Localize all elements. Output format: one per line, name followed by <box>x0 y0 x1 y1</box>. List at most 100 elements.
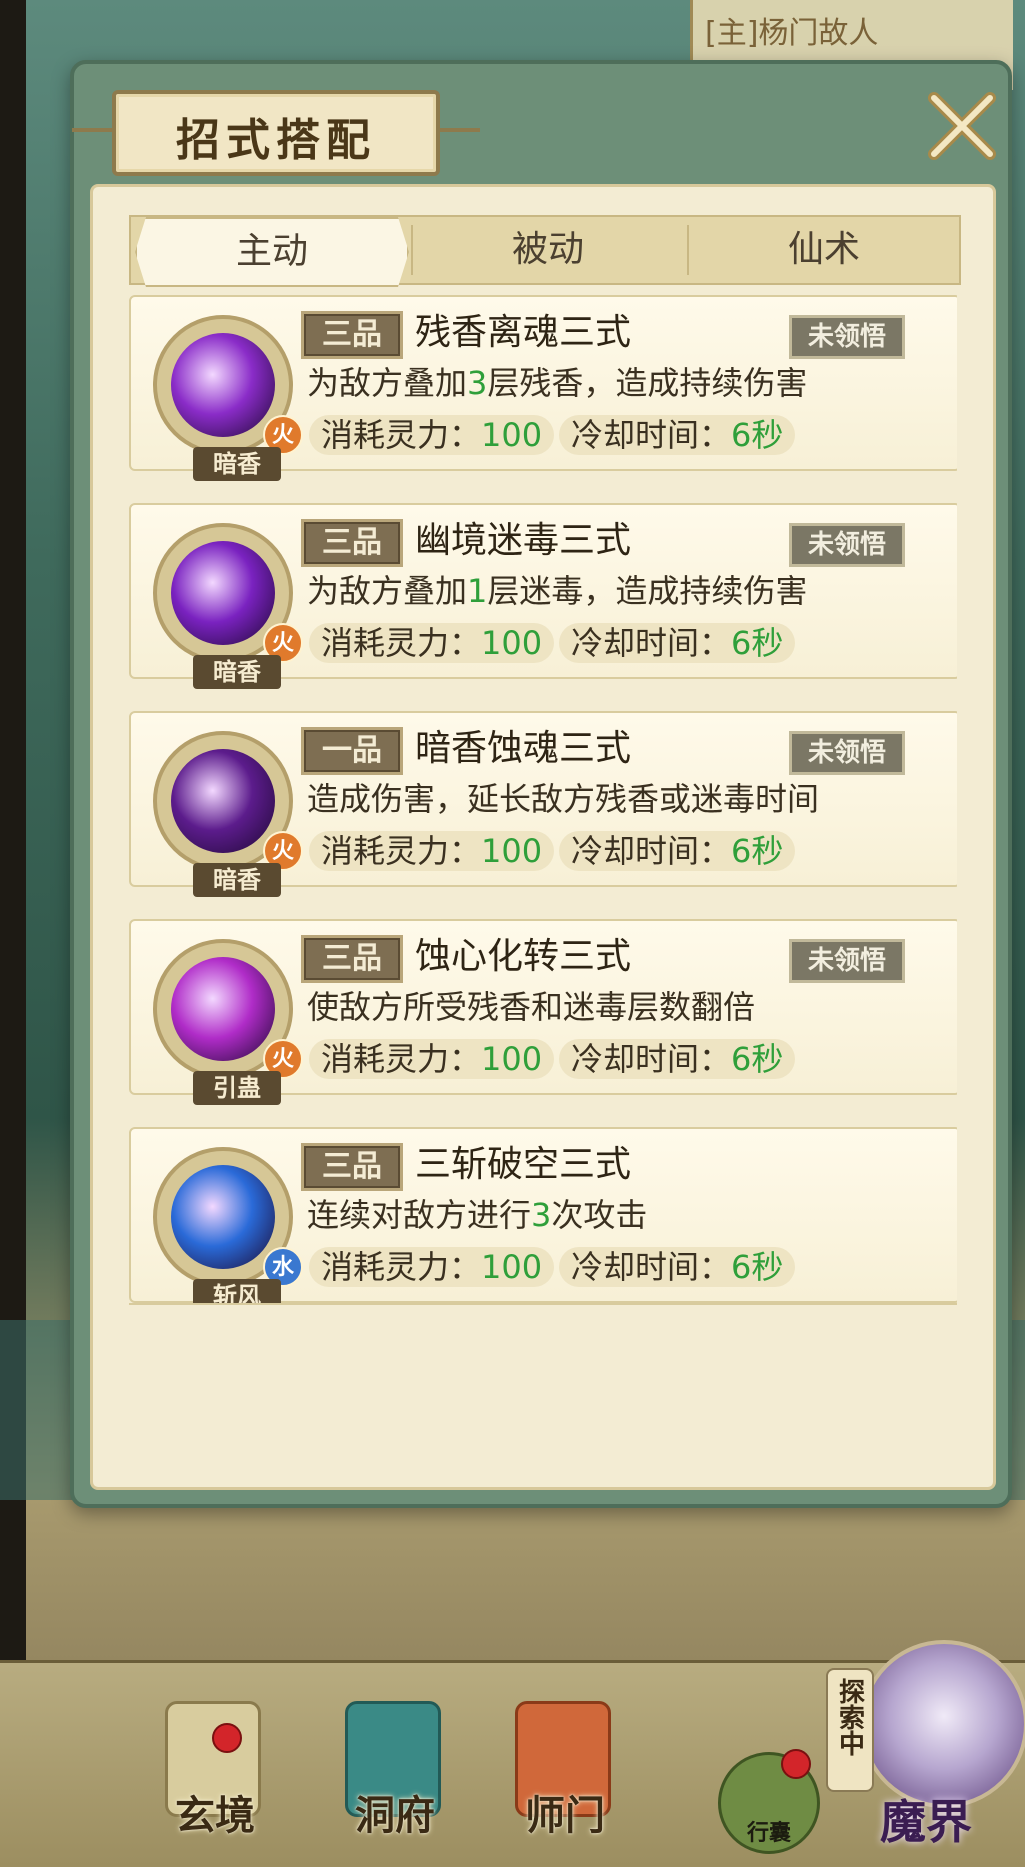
nav-item-shimen[interactable]: 师门 <box>470 1663 620 1867</box>
realm-label: 魔界 <box>880 1795 972 1849</box>
desc-text: 使敌方所受残香和迷毒层数翻倍 <box>307 988 756 1026</box>
nav-label: 玄境 <box>175 1792 255 1839</box>
school-label: 斩风 <box>193 1279 281 1303</box>
skill-card[interactable]: 水 斩风 三品 三斩破空三式 连续对敌方进行3次攻击 消耗灵力：100 冷却时间… <box>129 1127 957 1303</box>
skill-icon <box>171 749 275 853</box>
cooldown: 冷却时间：6秒 <box>559 623 796 663</box>
close-icon <box>928 92 996 160</box>
bag-label: 行囊 <box>746 1820 791 1846</box>
nav-item-xuanjing[interactable]: 玄境 <box>120 1663 270 1867</box>
cooldown: 冷却时间：6秒 <box>559 415 796 455</box>
skill-icon <box>171 1165 275 1269</box>
cooldown-label: 冷却时间： <box>571 1040 732 1078</box>
skill-icon-frame: 火 暗香 <box>153 315 303 481</box>
spirit-cost: 消耗灵力：100 <box>309 415 555 455</box>
skill-icon-frame: 火 引蛊 <box>153 939 303 1105</box>
cost-value: 100 <box>481 624 543 662</box>
cooldown-label: 冷却时间： <box>571 416 732 454</box>
cooldown-value: 6秒 <box>731 1040 784 1078</box>
desc-text: 为敌方叠加 <box>307 364 468 402</box>
nav-label: 洞府 <box>355 1792 435 1839</box>
status-badge: 未领悟 <box>789 523 905 567</box>
skill-name: 残香离魂三式 <box>415 312 632 353</box>
desc-text: 为敌方叠加 <box>307 572 468 610</box>
grade-badge: 三品 <box>301 311 403 359</box>
panel-content: 主动 被动 仙术 火 暗香 三品 残香离魂三式 未领悟 为敌方叠加3层残香，造成… <box>90 184 996 1490</box>
cost-value: 100 <box>481 416 543 454</box>
desc-text: 造成伤害，延长敌方残香或迷毒时间 <box>307 780 820 818</box>
status-badge: 未领悟 <box>789 939 905 983</box>
close-button[interactable] <box>924 88 1000 164</box>
cooldown-label: 冷却时间： <box>571 832 732 870</box>
spirit-cost: 消耗灵力：100 <box>309 1039 555 1079</box>
tab-immortal-art[interactable]: 仙术 <box>689 217 959 283</box>
skill-card[interactable]: 火 引蛊 三品 蚀心化转三式 未领悟 使敌方所受残香和迷毒层数翻倍 消耗灵力：1… <box>129 919 957 1105</box>
skill-icon <box>171 541 275 645</box>
cooldown-label: 冷却时间： <box>571 624 732 662</box>
grade-badge: 三品 <box>301 935 403 983</box>
realm-button[interactable] <box>860 1640 1025 1808</box>
spirit-cost: 消耗灵力：100 <box>309 831 555 871</box>
notification-dot <box>212 1723 242 1753</box>
grade-badge: 三品 <box>301 1143 403 1191</box>
cost-value: 100 <box>481 1040 543 1078</box>
school-label: 暗香 <box>193 447 281 481</box>
cooldown-value: 6秒 <box>731 832 784 870</box>
skill-icon-frame: 火 暗香 <box>153 523 303 689</box>
cooldown-label: 冷却时间： <box>571 1248 732 1286</box>
desc-number: 1 <box>467 572 488 610</box>
notification-dot <box>781 1749 811 1779</box>
status-badge: 未领悟 <box>789 315 905 359</box>
explore-status-badge: 探索中 <box>826 1668 874 1792</box>
bag-button[interactable]: 行囊 <box>718 1749 820 1854</box>
skill-icon-frame: 水 斩风 <box>153 1147 303 1303</box>
school-label: 暗香 <box>193 655 281 689</box>
skill-list[interactable]: 火 暗香 三品 残香离魂三式 未领悟 为敌方叠加3层残香，造成持续伤害 消耗灵力… <box>129 295 957 1303</box>
nav-item-dongfu[interactable]: 洞府 <box>300 1663 450 1867</box>
desc-text: 次攻击 <box>551 1196 648 1234</box>
desc-text: 连续对敌方进行 <box>307 1196 532 1234</box>
list-footer <box>129 1303 957 1365</box>
cooldown-value: 6秒 <box>731 416 784 454</box>
spirit-cost: 消耗灵力：100 <box>309 1247 555 1287</box>
cost-label: 消耗灵力： <box>321 832 482 870</box>
skill-config-panel: 招式搭配 主动 被动 仙术 火 暗香 三品 残香离魂三式 未领悟 为敌方叠加3层… <box>70 60 1012 1508</box>
desc-number: 3 <box>467 364 488 402</box>
tab-bar: 主动 被动 仙术 <box>129 215 961 287</box>
cooldown: 冷却时间：6秒 <box>559 831 796 871</box>
skill-icon-frame: 火 暗香 <box>153 731 303 897</box>
school-label: 暗香 <box>193 863 281 897</box>
skill-card[interactable]: 火 暗香 三品 幽境迷毒三式 未领悟 为敌方叠加1层迷毒，造成持续伤害 消耗灵力… <box>129 503 957 689</box>
cost-value: 100 <box>481 832 543 870</box>
tab-active[interactable]: 主动 <box>135 217 409 287</box>
desc-text: 层残香，造成持续伤害 <box>487 364 808 402</box>
skill-name: 三斩破空三式 <box>415 1144 632 1185</box>
cooldown-value: 6秒 <box>731 1248 784 1286</box>
cost-label: 消耗灵力： <box>321 1248 482 1286</box>
cost-label: 消耗灵力： <box>321 1040 482 1078</box>
skill-icon <box>171 957 275 1061</box>
cooldown-value: 6秒 <box>731 624 784 662</box>
skill-name: 蚀心化转三式 <box>415 936 632 977</box>
tab-passive[interactable]: 被动 <box>413 217 683 283</box>
cooldown: 冷却时间：6秒 <box>559 1039 796 1079</box>
cost-label: 消耗灵力： <box>321 624 482 662</box>
explore-label: 探索中 <box>834 1678 865 1756</box>
skill-card[interactable]: 火 暗香 一品 暗香蚀魂三式 未领悟 造成伤害，延长敌方残香或迷毒时间 消耗灵力… <box>129 711 957 897</box>
status-badge: 未领悟 <box>789 731 905 775</box>
skill-description: 为敌方叠加1层迷毒，造成持续伤害 <box>307 571 807 611</box>
panel-title: 招式搭配 <box>176 115 376 166</box>
desc-number: 3 <box>531 1196 552 1234</box>
grade-badge: 三品 <box>301 519 403 567</box>
skill-card[interactable]: 火 暗香 三品 残香离魂三式 未领悟 为敌方叠加3层残香，造成持续伤害 消耗灵力… <box>129 295 957 481</box>
nav-label: 师门 <box>525 1792 605 1839</box>
skill-name: 暗香蚀魂三式 <box>415 728 632 769</box>
title-plaque: 招式搭配 <box>72 90 480 176</box>
cooldown: 冷却时间：6秒 <box>559 1247 796 1287</box>
skill-description: 造成伤害，延长敌方残香或迷毒时间 <box>307 779 819 819</box>
skill-description: 为敌方叠加3层残香，造成持续伤害 <box>307 363 807 403</box>
skill-description: 连续对敌方进行3次攻击 <box>307 1195 647 1235</box>
skill-icon <box>171 333 275 437</box>
cost-value: 100 <box>481 1248 543 1286</box>
cost-label: 消耗灵力： <box>321 416 482 454</box>
